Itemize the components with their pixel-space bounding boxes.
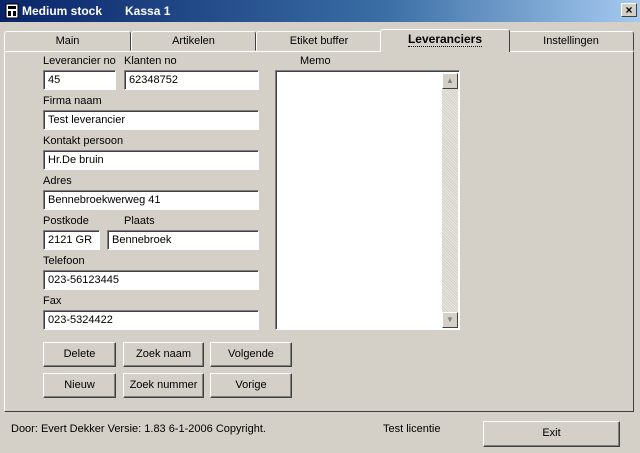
plaats-label: Plaats [124, 215, 155, 227]
fax-field[interactable]: 023-5324422 [43, 310, 259, 330]
window-title: Medium stock [22, 4, 103, 18]
zoek-naam-button[interactable]: Zoek naam [123, 342, 204, 367]
tab-label: Artikelen [172, 35, 215, 47]
adres-label: Adres [43, 175, 72, 187]
tab-label: Instellingen [543, 35, 599, 47]
klanten-no-label: Klanten no [124, 55, 177, 67]
postkode-field[interactable]: 2121 GR [43, 230, 100, 250]
copyright-text: Door: Evert Dekker Versie: 1.83 6-1-2006… [11, 423, 266, 435]
fax-label: Fax [43, 295, 62, 307]
zoek-nummer-button[interactable]: Zoek nummer [123, 373, 204, 398]
scroll-up-icon[interactable]: ▲ [442, 73, 458, 89]
exit-button[interactable]: Exit [483, 421, 620, 447]
tab-label: Etiket buffer [289, 35, 349, 47]
tab-leveranciers[interactable]: Leveranciers [380, 29, 510, 52]
postkode-label: Postkode [43, 215, 89, 227]
klanten-no-field[interactable]: 62348752 [124, 70, 259, 90]
firma-naam-field[interactable]: Test leverancier [43, 110, 259, 130]
kontakt-persoon-label: Kontakt persoon [43, 135, 124, 147]
kontakt-persoon-field[interactable]: Hr.De bruin [43, 150, 259, 170]
tab-instellingen[interactable]: Instellingen [508, 31, 634, 51]
status-bar: Door: Evert Dekker Versie: 1.83 6-1-2006… [0, 413, 640, 453]
memo-label: Memo [300, 55, 331, 67]
title-bar[interactable]: Medium stock Kassa 1 × [0, 0, 640, 22]
tab-artikelen[interactable]: Artikelen [131, 31, 256, 51]
volgende-button[interactable]: Volgende [210, 342, 292, 367]
firma-naam-label: Firma naam [43, 95, 102, 107]
window-subtitle: Kassa 1 [125, 4, 171, 18]
nieuw-button[interactable]: Nieuw [43, 373, 116, 398]
tab-label: Main [55, 35, 80, 47]
tab-label: Leveranciers [407, 32, 483, 47]
memo-field[interactable]: ▲ ▼ [275, 70, 460, 330]
tab-etiket-buffer[interactable]: Etiket buffer [256, 31, 382, 51]
memo-scrollbar[interactable]: ▲ ▼ [442, 73, 458, 328]
tab-main[interactable]: Main [4, 31, 131, 51]
license-text: Test licentie [383, 423, 441, 435]
plaats-field[interactable]: Bennebroek [107, 230, 259, 250]
adres-field[interactable]: Bennebroekwerweg 41 [43, 190, 259, 210]
close-button[interactable]: × [621, 3, 637, 17]
vorige-button[interactable]: Vorige [210, 373, 292, 398]
app-icon [5, 3, 19, 19]
scroll-down-icon[interactable]: ▼ [442, 312, 458, 328]
leverancier-no-label: Leverancier no [43, 55, 116, 67]
leverancier-no-field[interactable]: 45 [43, 70, 116, 90]
telefoon-field[interactable]: 023-56123445 [43, 270, 259, 290]
delete-button[interactable]: Delete [43, 342, 116, 367]
telefoon-label: Telefoon [43, 255, 85, 267]
